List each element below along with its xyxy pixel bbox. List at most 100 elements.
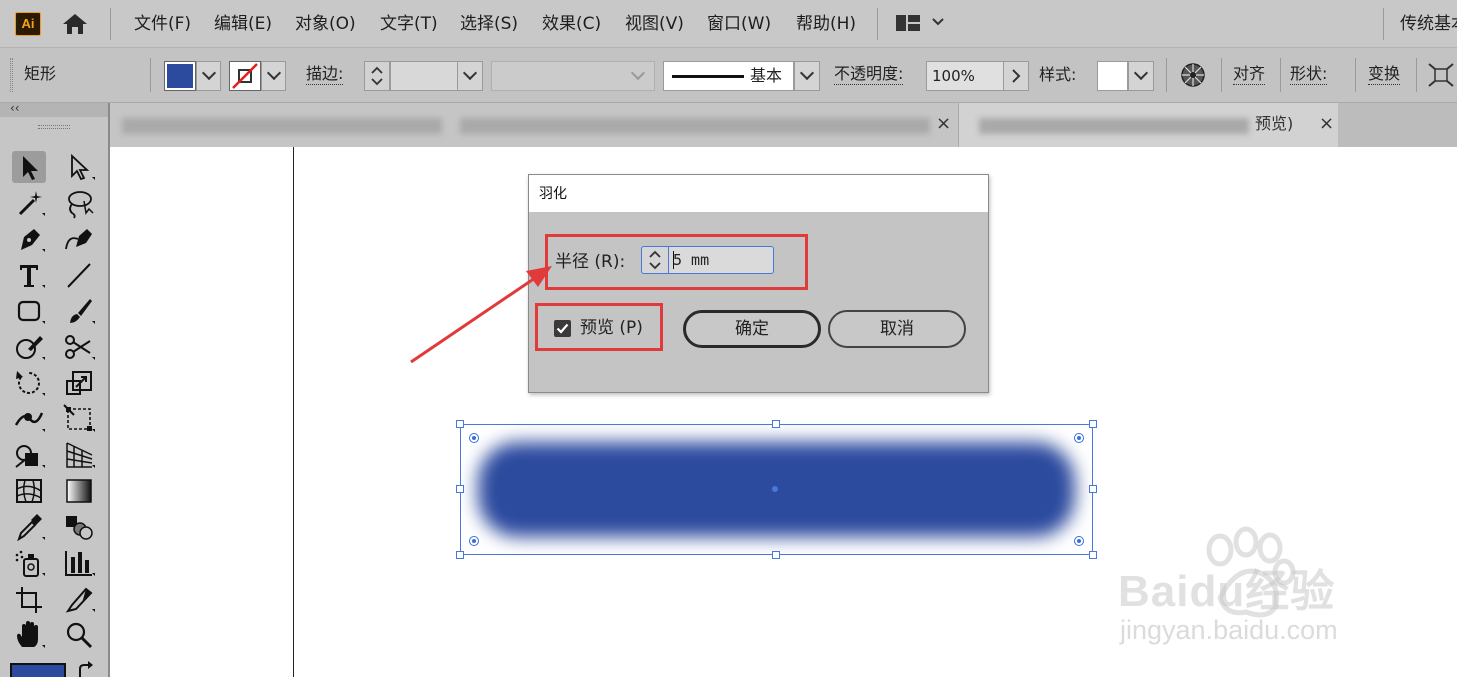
panel-grip[interactable] bbox=[10, 58, 13, 92]
corner-radius-widget[interactable] bbox=[1074, 536, 1084, 546]
menu-window[interactable]: 窗口(W) bbox=[707, 12, 771, 36]
pen-tool[interactable] bbox=[12, 223, 46, 255]
fill-stroke-swatch[interactable] bbox=[10, 663, 66, 677]
panel-grip[interactable] bbox=[38, 125, 70, 129]
menu-edit[interactable]: 编辑(E) bbox=[214, 12, 272, 36]
arrow-icon bbox=[23, 156, 38, 180]
menu-type[interactable]: 文字(T) bbox=[380, 12, 438, 36]
mesh-icon bbox=[16, 479, 42, 503]
resize-handle-top[interactable] bbox=[772, 420, 780, 428]
isolate-object-icon[interactable] bbox=[1427, 62, 1455, 88]
opacity-flyout[interactable] bbox=[1003, 61, 1029, 91]
fill-dropdown[interactable] bbox=[196, 61, 221, 91]
symbol-sprayer-tool[interactable] bbox=[12, 547, 46, 579]
shape-builder-tool[interactable] bbox=[12, 439, 46, 471]
no-stroke-icon bbox=[232, 63, 258, 89]
line-tool[interactable] bbox=[62, 259, 96, 291]
corner-radius-widget[interactable] bbox=[469, 433, 479, 443]
variable-width-profile[interactable] bbox=[491, 61, 655, 91]
rectangle-tool[interactable] bbox=[12, 295, 46, 327]
control-divider bbox=[1280, 58, 1281, 92]
style-label: 样式: bbox=[1039, 64, 1076, 86]
eyedropper-tool[interactable] bbox=[12, 511, 46, 543]
resize-handle-right[interactable] bbox=[1089, 485, 1097, 493]
menu-select[interactable]: 选择(S) bbox=[460, 12, 518, 36]
workspace-switcher[interactable]: 传统基本 bbox=[1400, 12, 1457, 36]
hand-tool[interactable] bbox=[12, 619, 46, 651]
resize-handle-top-left[interactable] bbox=[456, 420, 464, 428]
menu-divider bbox=[877, 8, 878, 40]
resize-handle-bottom[interactable] bbox=[772, 551, 780, 559]
workspace-layout-icon[interactable] bbox=[895, 13, 921, 33]
scale-icon bbox=[66, 371, 92, 395]
type-tool[interactable] bbox=[12, 259, 46, 291]
gradient-tool[interactable] bbox=[62, 475, 96, 507]
corner-radius-widget[interactable] bbox=[469, 536, 479, 546]
menu-view[interactable]: 视图(V) bbox=[625, 12, 684, 36]
stroke-label-colon: : bbox=[338, 64, 344, 83]
dialog-titlebar[interactable]: 羽化 bbox=[529, 175, 988, 212]
menu-object[interactable]: 对象(O) bbox=[295, 12, 356, 36]
lasso-tool[interactable] bbox=[62, 187, 96, 219]
corner-radius-widget[interactable] bbox=[1074, 433, 1084, 443]
graphic-style-swatch[interactable] bbox=[1097, 61, 1128, 91]
magic-wand-tool[interactable] bbox=[12, 187, 46, 219]
slice-tool[interactable] bbox=[62, 583, 96, 615]
document-tab-2[interactable]: 预览) × bbox=[958, 103, 1338, 147]
mesh-tool[interactable] bbox=[12, 475, 46, 507]
document-tab-1[interactable]: × bbox=[110, 103, 958, 147]
stroke-dropdown[interactable] bbox=[261, 61, 286, 91]
column-graph-tool[interactable] bbox=[62, 547, 96, 579]
width-tool[interactable] bbox=[12, 403, 46, 435]
artboard-tool[interactable] bbox=[12, 583, 46, 615]
paintbrush-tool[interactable] bbox=[62, 295, 96, 327]
graphic-style-dropdown[interactable] bbox=[1128, 61, 1154, 91]
menu-file[interactable]: 文件(F) bbox=[134, 12, 191, 36]
resize-handle-bottom-right[interactable] bbox=[1089, 551, 1097, 559]
collapse-panel-button[interactable]: ‹‹ bbox=[10, 99, 20, 117]
stroke-swatch[interactable] bbox=[229, 61, 261, 91]
hand-icon bbox=[17, 621, 45, 648]
stroke-weight-dropdown[interactable] bbox=[457, 61, 483, 91]
scale-tool[interactable] bbox=[62, 367, 96, 399]
curvature-tool[interactable] bbox=[62, 223, 96, 255]
selection-tool[interactable] bbox=[12, 151, 46, 183]
free-transform-tool[interactable] bbox=[62, 403, 96, 435]
resize-handle-bottom-left[interactable] bbox=[456, 551, 464, 559]
cancel-button[interactable]: 取消 bbox=[828, 310, 966, 348]
recolor-artwork-icon[interactable] bbox=[1179, 61, 1207, 89]
feathered-rectangle[interactable] bbox=[456, 420, 1097, 559]
zoom-tool[interactable] bbox=[62, 619, 96, 651]
direct-selection-tool[interactable] bbox=[62, 151, 96, 183]
stroke-weight-input[interactable] bbox=[390, 61, 458, 91]
transform-panel-link[interactable]: 变换 bbox=[1368, 64, 1401, 85]
perspective-grid-tool[interactable] bbox=[62, 439, 96, 471]
opacity-label[interactable]: 不透明度: bbox=[834, 64, 904, 85]
menu-help[interactable]: 帮助(H) bbox=[796, 12, 856, 36]
tab-close-button[interactable]: × bbox=[936, 113, 951, 135]
curvature-pen-icon bbox=[65, 229, 92, 250]
brush-definition[interactable]: 基本 bbox=[663, 61, 794, 91]
align-panel-link[interactable]: 对齐 bbox=[1233, 64, 1266, 85]
artboard-icon bbox=[16, 587, 42, 613]
stroke-label[interactable]: 描边: bbox=[306, 64, 344, 85]
menu-effect[interactable]: 效果(C) bbox=[542, 12, 601, 36]
swap-colors-icon[interactable] bbox=[76, 661, 96, 677]
blend-tool[interactable] bbox=[62, 511, 96, 543]
brush-dropdown[interactable] bbox=[794, 61, 820, 91]
tab-close-button[interactable]: × bbox=[1319, 113, 1334, 135]
stroke-label-text: 描边 bbox=[306, 64, 339, 83]
ok-button[interactable]: 确定 bbox=[683, 310, 821, 348]
shaper-tool[interactable] bbox=[12, 331, 46, 363]
opacity-input[interactable]: 100% bbox=[926, 61, 1004, 91]
home-icon[interactable] bbox=[60, 11, 90, 37]
fill-swatch[interactable] bbox=[164, 61, 196, 91]
resize-handle-top-right[interactable] bbox=[1089, 420, 1097, 428]
brush-name: 基本 bbox=[750, 66, 783, 85]
scissors-tool[interactable] bbox=[62, 331, 96, 363]
shape-panel-link[interactable]: 形状: bbox=[1290, 64, 1328, 85]
rotate-tool[interactable] bbox=[12, 367, 46, 399]
chevron-down-icon[interactable] bbox=[930, 14, 946, 30]
stroke-weight-stepper[interactable] bbox=[364, 61, 390, 91]
resize-handle-left[interactable] bbox=[456, 485, 464, 493]
